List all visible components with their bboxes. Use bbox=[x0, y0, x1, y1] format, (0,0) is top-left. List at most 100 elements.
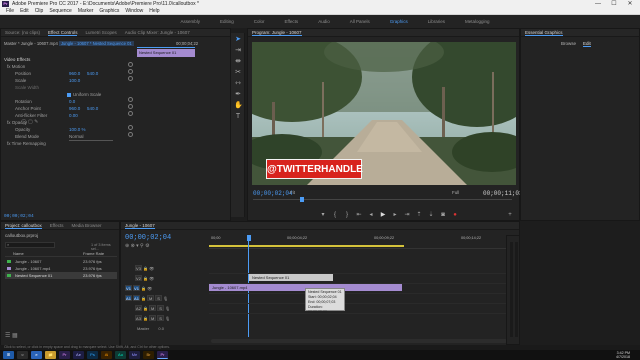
column-name-header[interactable]: Name bbox=[13, 251, 24, 256]
timeline-tool-icons[interactable]: ⊕ ⊗ ▾ ⚲ ⚙ bbox=[125, 243, 150, 249]
lock-icon[interactable]: 🔒 bbox=[143, 306, 148, 311]
quality-dropdown[interactable]: Full bbox=[452, 190, 459, 195]
tab-sequence[interactable]: Jungle - 10607 bbox=[125, 222, 155, 229]
source-patch-a1[interactable]: A1 bbox=[125, 295, 132, 301]
workspace-effects[interactable]: Effects bbox=[275, 15, 309, 28]
uniform-scale-checkbox[interactable] bbox=[67, 93, 71, 97]
pen-tool-icon[interactable]: ✒ bbox=[234, 91, 242, 99]
project-search-input[interactable]: ⌕ bbox=[5, 242, 55, 248]
lock-icon[interactable]: 🔒 bbox=[143, 316, 148, 321]
razor-tool-icon[interactable]: ✂ bbox=[234, 69, 242, 77]
workspace-editing[interactable]: Editing bbox=[210, 15, 244, 28]
effect-row-time-remap[interactable]: fx Time Remapping bbox=[1, 140, 133, 147]
work-area-bar[interactable] bbox=[209, 245, 404, 247]
effect-row-motion[interactable]: fx Motion bbox=[1, 63, 133, 70]
mic-icon[interactable]: 🎙 bbox=[165, 316, 170, 321]
close-button[interactable]: ✕ bbox=[624, 0, 636, 8]
track-target-a1[interactable]: A1 bbox=[133, 295, 140, 301]
ripple-edit-tool-icon[interactable]: ⇼ bbox=[234, 58, 242, 66]
audition-icon[interactable]: Au bbox=[115, 351, 126, 359]
tab-effect-controls[interactable]: Effect Controls bbox=[48, 29, 78, 36]
solo-button[interactable]: S bbox=[157, 315, 165, 321]
hand-tool-icon[interactable]: ✋ bbox=[234, 102, 243, 110]
eye-icon[interactable]: 👁 bbox=[149, 276, 154, 281]
tab-media-browser[interactable]: Media Browser bbox=[71, 222, 101, 229]
step-back-icon[interactable]: ◂ bbox=[366, 211, 376, 219]
reset-icon[interactable] bbox=[128, 111, 133, 116]
menu-file[interactable]: File bbox=[6, 8, 14, 14]
opacity-value[interactable]: 100.0 % bbox=[69, 126, 86, 133]
button-editor-icon[interactable]: + bbox=[505, 211, 515, 219]
program-scrubber-track[interactable] bbox=[253, 199, 512, 200]
step-forward-icon[interactable]: ▸ bbox=[390, 211, 400, 219]
track-target-a2[interactable]: A2 bbox=[135, 305, 142, 311]
workspace-color[interactable]: Color bbox=[244, 15, 275, 28]
master-volume[interactable]: 0.0 bbox=[158, 326, 164, 331]
cortana-icon[interactable]: ○ bbox=[17, 351, 28, 359]
workspace-libraries[interactable]: Libraries bbox=[418, 15, 455, 28]
workspace-all-panels[interactable]: All Panels bbox=[340, 15, 380, 28]
bridge-icon[interactable]: Br bbox=[143, 351, 154, 359]
menu-window[interactable]: Window bbox=[125, 8, 143, 14]
timeline-horizontal-scrollbar[interactable] bbox=[211, 339, 507, 343]
mark-out-icon[interactable]: } bbox=[342, 211, 352, 219]
reset-icon[interactable] bbox=[128, 132, 133, 137]
nested-sequence-clip[interactable]: Nested Sequence 01 bbox=[249, 274, 333, 281]
photoshop-icon[interactable]: Ps bbox=[87, 351, 98, 359]
reset-icon[interactable] bbox=[128, 97, 133, 102]
workspace-graphics[interactable]: Graphics bbox=[380, 15, 418, 28]
add-marker-icon[interactable]: ▾ bbox=[318, 211, 328, 219]
ec-current-timecode[interactable]: 00;00;02;04 bbox=[4, 214, 34, 219]
track-target-v1[interactable]: V1 bbox=[133, 285, 140, 291]
lock-icon[interactable]: 🔒 bbox=[143, 276, 148, 281]
tab-browse[interactable]: Browse bbox=[561, 41, 576, 46]
menu-clip[interactable]: Clip bbox=[35, 8, 44, 14]
minimize-button[interactable]: — bbox=[592, 0, 604, 8]
track-target-v2[interactable]: V2 bbox=[135, 275, 142, 281]
go-to-in-icon[interactable]: ⇤ bbox=[354, 211, 364, 219]
premiere-taskbar-icon[interactable]: Pr bbox=[59, 351, 70, 359]
menu-sequence[interactable]: Sequence bbox=[49, 8, 72, 14]
tab-audio-clip-mixer[interactable]: Audio Clip Mixer: Jungle - 10607 bbox=[125, 29, 190, 36]
timeline-timecode[interactable]: 00;00;02;04 bbox=[125, 234, 171, 242]
lock-icon[interactable]: 🔒 bbox=[143, 266, 148, 271]
track-target-v3[interactable]: V3 bbox=[135, 265, 142, 271]
illustrator-icon[interactable]: Ai bbox=[101, 351, 112, 359]
column-framerate-header[interactable]: Frame Rate bbox=[83, 251, 104, 256]
mask-tools-icon[interactable]: ◯ ▢ ✎ bbox=[21, 119, 38, 126]
maximize-button[interactable]: ☐ bbox=[608, 0, 620, 8]
menu-graphics[interactable]: Graphics bbox=[99, 8, 119, 14]
lift-icon[interactable]: ⇡ bbox=[414, 211, 424, 219]
project-item-row[interactable]: Jungle - 10607.mp4 23.976 fps bbox=[5, 265, 117, 272]
project-item-row-selected[interactable]: Nested Sequence 01 23.976 fps bbox=[5, 272, 117, 279]
antiflicker-value[interactable]: 0.00 bbox=[69, 112, 78, 119]
solo-button[interactable]: S bbox=[157, 305, 165, 311]
mic-icon[interactable]: 🎙 bbox=[163, 296, 168, 301]
reset-icon[interactable] bbox=[128, 125, 133, 130]
workspace-audio[interactable]: Audio bbox=[308, 15, 340, 28]
explorer-icon[interactable]: 📁 bbox=[45, 351, 56, 359]
edge-icon[interactable]: e bbox=[31, 351, 42, 359]
anchor-y-value[interactable]: 540.0 bbox=[87, 105, 98, 112]
tab-program[interactable]: Program: Jungle - 10607 bbox=[252, 29, 302, 36]
play-icon[interactable]: ▶ bbox=[378, 211, 388, 219]
track-target-a3[interactable]: A3 bbox=[135, 315, 142, 321]
reset-icon[interactable] bbox=[128, 104, 133, 109]
mute-button[interactable]: M bbox=[149, 305, 157, 311]
tab-effects[interactable]: Effects bbox=[50, 222, 64, 229]
selection-tool-icon[interactable]: ➤ bbox=[234, 36, 242, 44]
workspace-assembly[interactable]: Assembly bbox=[170, 15, 210, 28]
taskbar-clock[interactable]: 3:42 PM 4/7/2018 bbox=[616, 351, 640, 359]
anchor-x-value[interactable]: 960.0 bbox=[69, 105, 80, 112]
reset-icon[interactable] bbox=[128, 69, 133, 74]
program-current-timecode[interactable]: 00;00;02;04 bbox=[253, 190, 293, 197]
scale-value[interactable]: 100.0 bbox=[69, 77, 80, 84]
solo-button[interactable]: S bbox=[155, 295, 163, 301]
tab-edit[interactable]: Edit bbox=[583, 41, 591, 47]
go-to-out-icon[interactable]: ⇥ bbox=[402, 211, 412, 219]
project-item-row[interactable]: Jungle - 10607 23.976 fps bbox=[5, 258, 117, 265]
tab-lumetri-scopes[interactable]: Lumetri Scopes bbox=[85, 29, 116, 36]
reset-icon[interactable] bbox=[128, 62, 133, 67]
mark-in-icon[interactable]: { bbox=[330, 211, 340, 219]
twitter-handle-graphic[interactable]: @TWITTERHANDLE bbox=[266, 159, 363, 179]
